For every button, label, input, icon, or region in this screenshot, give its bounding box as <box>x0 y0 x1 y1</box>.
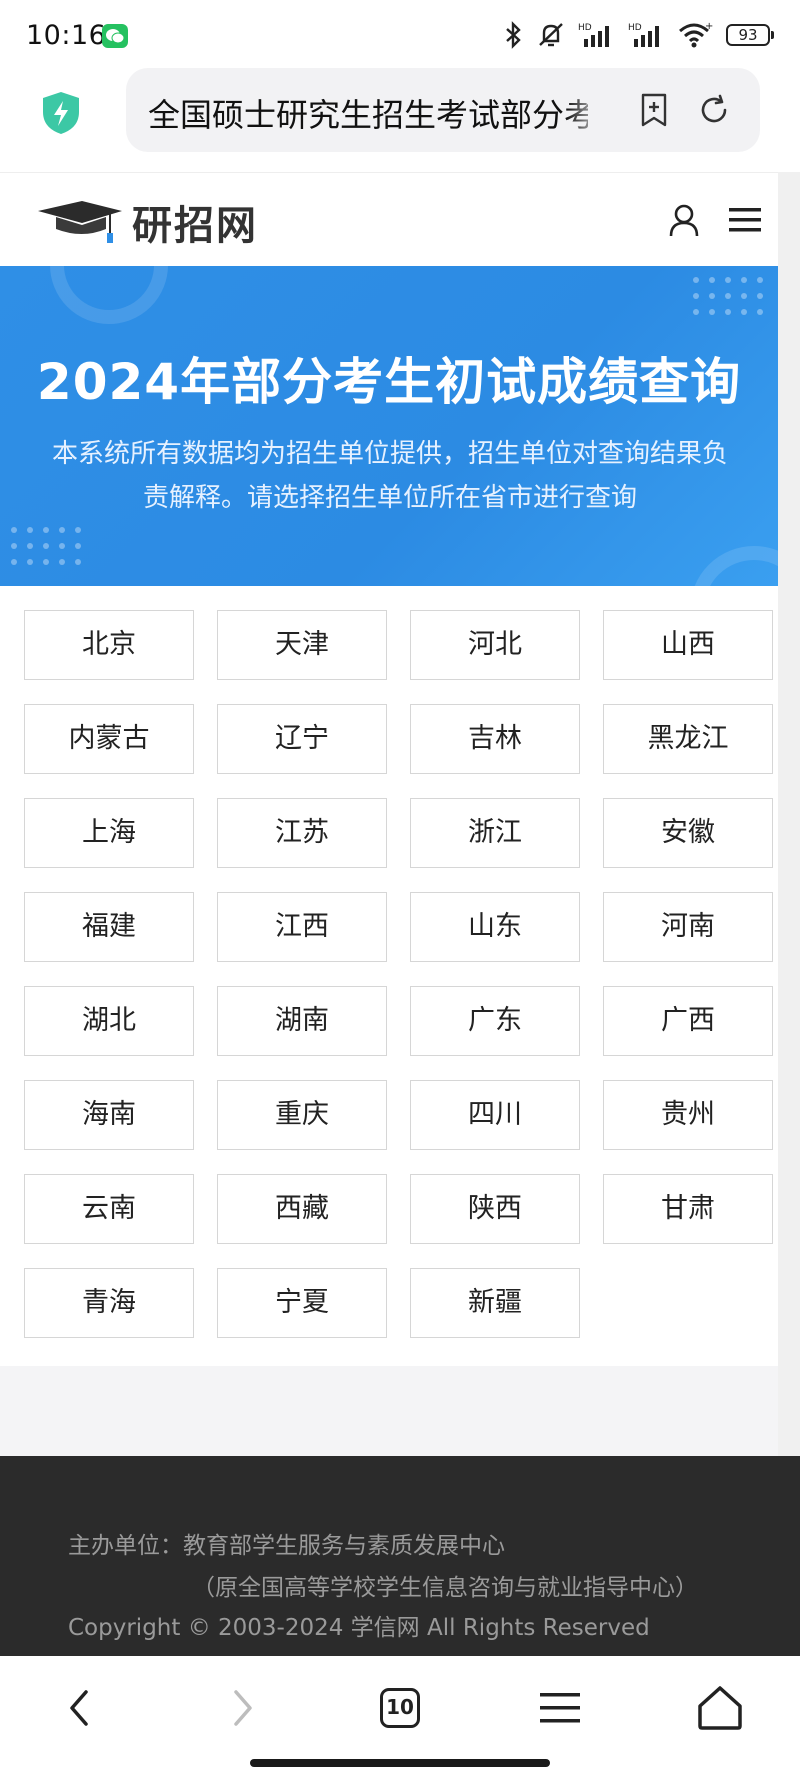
silent-icon <box>539 23 563 47</box>
province-button[interactable]: 江苏 <box>217 798 387 868</box>
province-button[interactable]: 陕西 <box>410 1174 580 1244</box>
footer-copyright: Copyright © 2003-2024 学信网 All Rights Res… <box>68 1615 650 1641</box>
hero-title: 2024年部分考生初试成绩查询 <box>36 353 742 411</box>
site-logo-text[interactable]: 研招网 <box>132 193 258 251</box>
province-button[interactable]: 上海 <box>24 798 194 868</box>
bookmark-add-icon[interactable] <box>636 92 672 128</box>
province-button[interactable]: 北京 <box>24 610 194 680</box>
security-shield-icon[interactable] <box>40 90 82 136</box>
province-button[interactable]: 宁夏 <box>217 1268 387 1338</box>
decor-dots <box>11 527 81 565</box>
province-button[interactable]: 福建 <box>24 892 194 962</box>
url-box[interactable]: 全国硕士研究生招生考试部分考生初试成绩查询 <box>126 68 760 152</box>
province-button[interactable]: 甘肃 <box>603 1174 773 1244</box>
province-button[interactable]: 新疆 <box>410 1268 580 1338</box>
province-button[interactable]: 安徽 <box>603 798 773 868</box>
svg-text:HD: HD <box>578 23 592 33</box>
province-button[interactable]: 广东 <box>410 986 580 1056</box>
url-fade <box>566 78 606 142</box>
province-button[interactable]: 内蒙古 <box>24 704 194 774</box>
province-button[interactable]: 青海 <box>24 1268 194 1338</box>
province-button[interactable]: 湖北 <box>24 986 194 1056</box>
signal-hd-icon: HD <box>578 23 609 47</box>
forward-icon[interactable] <box>212 1678 272 1738</box>
decor-dots <box>693 277 763 315</box>
status-time: 10:16 <box>26 20 107 51</box>
province-button[interactable]: 吉林 <box>410 704 580 774</box>
province-button[interactable]: 辽宁 <box>217 704 387 774</box>
status-bar: 10:16 HD HD + 93 <box>0 0 800 68</box>
decor-ring <box>690 546 778 586</box>
province-button[interactable]: 西藏 <box>217 1174 387 1244</box>
footer-host-note: （原全国高等学校学生信息咨询与就业指导中心） <box>192 1575 698 1601</box>
home-indicator[interactable] <box>250 1759 550 1767</box>
province-grid: 北京 天津 河北 山西内蒙古 辽宁 吉林 黑龙江上海 江苏 浙江 安徽福建 江西 山东 河南湖北 湖南 广东… <box>0 586 778 1366</box>
province-button[interactable]: 山西 <box>603 610 773 680</box>
signal-hd-icon: HD <box>628 23 659 47</box>
page-scrollbar[interactable] <box>778 172 800 1456</box>
decor-ring <box>50 266 168 324</box>
url-text[interactable]: 全国硕士研究生招生考试部分考生初试成绩查询 <box>148 90 588 136</box>
user-icon[interactable] <box>668 203 700 237</box>
status-icons: HD HD + 93 <box>502 20 774 50</box>
province-button[interactable]: 天津 <box>217 610 387 680</box>
svg-text:+: + <box>705 21 713 32</box>
province-button[interactable]: 海南 <box>24 1080 194 1150</box>
page-spacer <box>0 1366 778 1456</box>
province-button[interactable]: 河北 <box>410 610 580 680</box>
wifi-icon: + <box>679 21 713 48</box>
menu-icon[interactable] <box>727 205 763 235</box>
tabs-button[interactable]: 10 <box>370 1678 430 1738</box>
tabs-count: 10 <box>380 1688 420 1728</box>
back-icon[interactable] <box>50 1678 110 1738</box>
site-footer: 主办单位：教育部学生服务与素质发展中心 （原全国高等学校学生信息咨询与就业指导中… <box>0 1456 800 1656</box>
province-button[interactable]: 云南 <box>24 1174 194 1244</box>
wechat-icon <box>102 24 128 48</box>
province-button[interactable]: 黑龙江 <box>603 704 773 774</box>
province-button[interactable]: 山东 <box>410 892 580 962</box>
province-button[interactable]: 浙江 <box>410 798 580 868</box>
province-button[interactable]: 贵州 <box>603 1080 773 1150</box>
menu-lines-icon[interactable] <box>530 1678 590 1738</box>
province-button[interactable]: 四川 <box>410 1080 580 1150</box>
site-header: 研招网 <box>0 172 778 267</box>
browser-bottom-nav: 10 <box>0 1656 800 1777</box>
hero-description: 本系统所有数据均为招生单位提供，招生单位对查询结果负责解释。请选择招生单位所在省… <box>51 439 728 513</box>
bluetooth-icon <box>506 21 521 49</box>
browser-address-bar: 全国硕士研究生招生考试部分考生初试成绩查询 <box>0 68 800 172</box>
home-icon[interactable] <box>690 1678 750 1738</box>
svg-text:HD: HD <box>628 23 642 33</box>
province-button[interactable]: 湖南 <box>217 986 387 1056</box>
province-button[interactable]: 广西 <box>603 986 773 1056</box>
graduation-cap-icon[interactable] <box>34 195 124 247</box>
footer-host: 主办单位：教育部学生服务与素质发展中心 <box>68 1533 505 1559</box>
battery-icon: 93 <box>726 24 774 46</box>
province-button[interactable]: 河南 <box>603 892 773 962</box>
province-button[interactable]: 重庆 <box>217 1080 387 1150</box>
province-button[interactable]: 江西 <box>217 892 387 962</box>
refresh-icon[interactable] <box>696 92 732 128</box>
hero-banner: 2024年部分考生初试成绩查询 本系统所有数据均为招生单位提供，招生单位对查询结… <box>0 266 778 586</box>
